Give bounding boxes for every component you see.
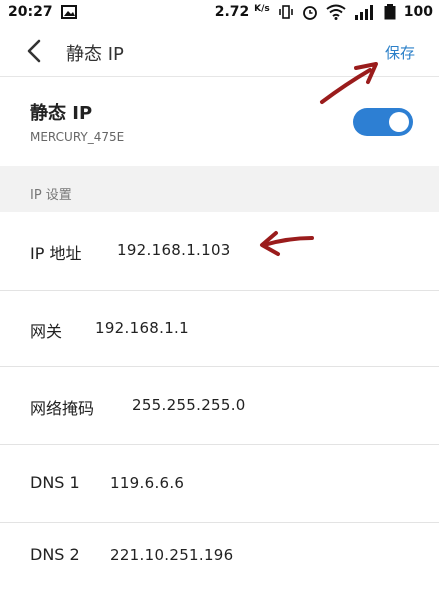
chevron-left-icon[interactable] <box>24 38 46 64</box>
field-label-dns2: DNS 2 <box>30 545 80 564</box>
alarm-icon <box>302 4 318 20</box>
field-value-ip-address[interactable]: 192.168.1.103 <box>117 241 231 259</box>
network-speed: 2.72 K/s <box>215 4 270 20</box>
static-ip-title: 静态 IP <box>30 103 93 124</box>
toggle-knob <box>389 112 409 132</box>
field-label-ip-address: IP 地址 <box>30 244 82 263</box>
field-value-dns1[interactable]: 119.6.6.6 <box>110 474 184 492</box>
annotation-arrow-ip <box>260 231 314 256</box>
field-row-dns1[interactable]: DNS 1 119.6.6.6 <box>0 444 439 523</box>
image-icon <box>60 5 77 19</box>
section-title: IP 设置 <box>30 188 72 203</box>
status-left: 20:27 <box>8 4 77 20</box>
network-name: MERCURY_475E <box>30 130 125 144</box>
page-title: 静态 IP <box>66 44 124 65</box>
annotation-arrow-save <box>320 62 378 104</box>
section-header: IP 设置 <box>0 166 439 212</box>
vibrate-icon <box>278 4 294 20</box>
field-label-gateway: 网关 <box>30 322 63 341</box>
network-speed-unit: K/s <box>254 4 270 14</box>
field-label-subnet-mask: 网络掩码 <box>30 399 95 418</box>
field-value-dns2[interactable]: 221.10.251.196 <box>110 546 233 564</box>
wifi-icon <box>326 4 346 20</box>
battery-icon <box>384 4 396 20</box>
field-label-dns1: DNS 1 <box>30 473 80 492</box>
field-row-ip-address[interactable]: IP 地址 192.168.1.103 <box>0 212 439 291</box>
signal-icon <box>354 4 376 20</box>
static-ip-toggle[interactable] <box>353 108 413 136</box>
field-row-gateway[interactable]: 网关 192.168.1.1 <box>0 290 439 367</box>
status-bar: 20:27 2.72 K/s 100 <box>0 0 439 26</box>
field-row-dns2[interactable]: DNS 2 221.10.251.196 <box>0 522 439 600</box>
network-speed-value: 2.72 <box>214 4 250 20</box>
field-row-subnet-mask[interactable]: 网络掩码 255.255.255.0 <box>0 366 439 445</box>
field-value-gateway[interactable]: 192.168.1.1 <box>95 319 189 337</box>
save-button[interactable]: 保存 <box>385 42 415 63</box>
status-time: 20:27 <box>8 4 53 20</box>
status-right: 2.72 K/s 100 <box>215 4 433 20</box>
field-value-subnet-mask[interactable]: 255.255.255.0 <box>132 396 246 414</box>
battery-level: 100 <box>403 4 433 20</box>
